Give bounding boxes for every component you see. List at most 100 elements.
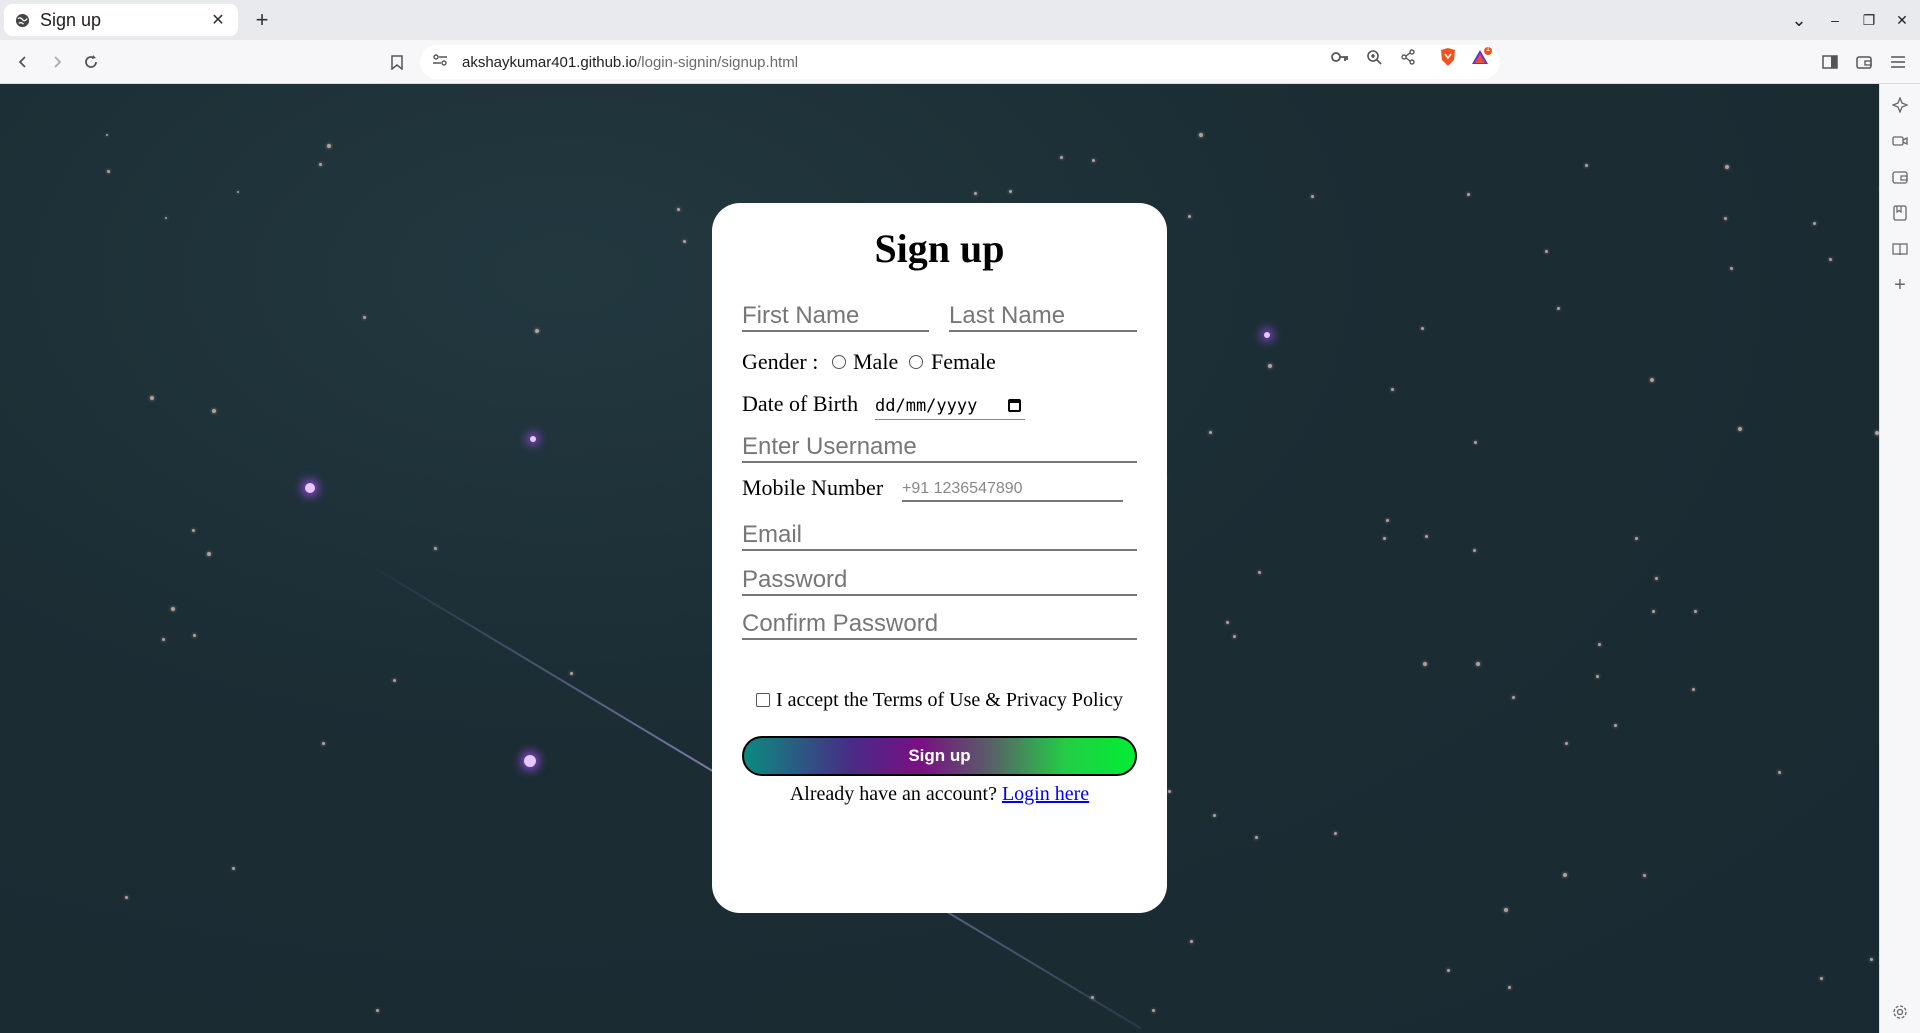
star-dot bbox=[535, 329, 539, 333]
password-input[interactable]: Password bbox=[742, 564, 1137, 596]
star-dot bbox=[1585, 164, 1588, 167]
wallet-icon[interactable] bbox=[1852, 50, 1876, 74]
star-dot bbox=[1092, 159, 1095, 162]
confirm-password-input[interactable]: Confirm Password bbox=[742, 608, 1137, 640]
first-name-input[interactable]: First Name bbox=[742, 300, 929, 332]
menu-icon[interactable] bbox=[1886, 50, 1910, 74]
reload-button[interactable] bbox=[79, 50, 103, 74]
star-dot bbox=[1009, 190, 1012, 193]
star-dot bbox=[207, 552, 211, 556]
close-window-button[interactable]: ✕ bbox=[1890, 8, 1914, 32]
gender-label: Gender : bbox=[742, 349, 819, 374]
leo-ai-icon[interactable] bbox=[1889, 94, 1911, 116]
star-dot bbox=[570, 672, 573, 675]
star-dot bbox=[1504, 908, 1508, 912]
star-dot bbox=[327, 144, 331, 148]
mobile-label: Mobile Number bbox=[742, 475, 884, 500]
tab-close-icon[interactable]: ✕ bbox=[208, 10, 228, 30]
tab-strip: Sign up ✕ + ⌄ – ❐ ✕ bbox=[0, 0, 1920, 40]
restore-button[interactable]: ❐ bbox=[1857, 8, 1881, 32]
star-dot bbox=[106, 134, 108, 136]
zoom-icon[interactable] bbox=[1362, 45, 1386, 69]
signup-button[interactable]: Sign up bbox=[742, 736, 1137, 776]
star-dot bbox=[319, 163, 322, 166]
sidebar-toggle-icon[interactable] bbox=[1818, 50, 1842, 74]
new-tab-button[interactable]: + bbox=[250, 7, 274, 32]
star-dot bbox=[107, 170, 110, 173]
gender-male-radio[interactable] bbox=[832, 355, 846, 369]
email-input[interactable]: Email bbox=[742, 519, 1137, 551]
star-dot bbox=[530, 436, 536, 442]
star-dot bbox=[524, 755, 536, 767]
star-dot bbox=[1545, 250, 1548, 253]
star-dot bbox=[1512, 696, 1515, 699]
star-dot bbox=[1391, 388, 1394, 391]
page-title: Sign up bbox=[874, 226, 1005, 271]
tab-list-dropdown-icon[interactable]: ⌄ bbox=[1787, 8, 1811, 32]
video-call-icon[interactable] bbox=[1889, 130, 1911, 152]
star-dot bbox=[363, 316, 366, 319]
star-dot bbox=[1421, 327, 1424, 330]
star-dot bbox=[237, 191, 239, 193]
settings-gear-icon[interactable] bbox=[1889, 1001, 1911, 1023]
back-button[interactable] bbox=[11, 50, 35, 74]
bookmark-icon[interactable] bbox=[385, 50, 409, 74]
add-panel-icon[interactable]: + bbox=[1889, 274, 1911, 296]
star-dot bbox=[1226, 621, 1229, 624]
star-dot bbox=[1820, 977, 1823, 980]
star-dot bbox=[1152, 1009, 1155, 1012]
forward-button[interactable] bbox=[45, 50, 69, 74]
dob-input[interactable]: dd/mm/yyyy bbox=[875, 394, 1025, 420]
star-dot bbox=[1474, 441, 1477, 444]
star-dot bbox=[212, 409, 216, 413]
star-dot bbox=[125, 896, 128, 899]
gender-male-label: Male bbox=[853, 349, 899, 374]
bookmarks-icon[interactable] bbox=[1889, 202, 1911, 224]
last-name-input[interactable]: Last Name bbox=[949, 300, 1137, 332]
star-dot bbox=[193, 634, 196, 637]
brave-shields-icon[interactable] bbox=[1436, 45, 1460, 69]
star-dot bbox=[1258, 571, 1261, 574]
star-dot bbox=[1188, 215, 1191, 218]
login-prompt-line: Already have an account? Login here bbox=[712, 783, 1167, 806]
site-settings-icon[interactable] bbox=[432, 53, 448, 72]
browser-tab[interactable]: Sign up ✕ bbox=[4, 4, 238, 36]
gender-female-radio[interactable] bbox=[909, 355, 923, 369]
page-viewport: Sign up First Name Last Name Gender : Ma… bbox=[0, 84, 1879, 1033]
star-dot bbox=[171, 607, 175, 611]
password-key-icon[interactable] bbox=[1328, 45, 1352, 69]
sidebar-wallet-icon[interactable] bbox=[1889, 166, 1911, 188]
star-dot bbox=[1425, 535, 1428, 538]
star-dot bbox=[165, 217, 167, 219]
tab-title: Sign up bbox=[40, 9, 102, 30]
login-prompt: Already have an account? bbox=[789, 783, 997, 805]
dob-placeholder: dd/mm/yyyy bbox=[875, 396, 978, 416]
username-input[interactable]: Enter Username bbox=[742, 431, 1137, 463]
star-dot bbox=[1725, 165, 1729, 169]
mobile-input[interactable]: +91 1236547890 bbox=[902, 472, 1123, 502]
star-dot bbox=[1060, 156, 1063, 159]
star-dot bbox=[1264, 332, 1270, 338]
calendar-icon[interactable] bbox=[1008, 399, 1021, 412]
star-dot bbox=[683, 240, 686, 243]
star-dot bbox=[1598, 643, 1601, 646]
star-dot bbox=[1476, 662, 1480, 666]
browser-toolbar: akshaykumar401.github.io/login-signin/si… bbox=[0, 40, 1920, 84]
star-dot bbox=[1724, 217, 1727, 220]
star-dot bbox=[1190, 940, 1193, 943]
brave-rewards-icon[interactable]: 1 bbox=[1470, 44, 1494, 69]
star-dot bbox=[376, 1009, 379, 1012]
star-dot bbox=[1199, 133, 1203, 137]
share-icon[interactable] bbox=[1396, 45, 1420, 69]
browser-sidebar: + bbox=[1879, 84, 1920, 1033]
url-text: akshaykumar401.github.io/login-signin/si… bbox=[462, 54, 798, 71]
star-dot bbox=[974, 192, 977, 195]
star-dot bbox=[1565, 742, 1568, 745]
star-dot bbox=[1829, 258, 1832, 261]
reading-list-icon[interactable] bbox=[1889, 238, 1911, 260]
star-dot bbox=[192, 529, 195, 532]
terms-checkbox[interactable] bbox=[756, 693, 770, 707]
login-link[interactable]: Login here bbox=[1002, 783, 1089, 805]
star-dot bbox=[1652, 610, 1655, 613]
minimize-button[interactable]: – bbox=[1823, 8, 1847, 32]
